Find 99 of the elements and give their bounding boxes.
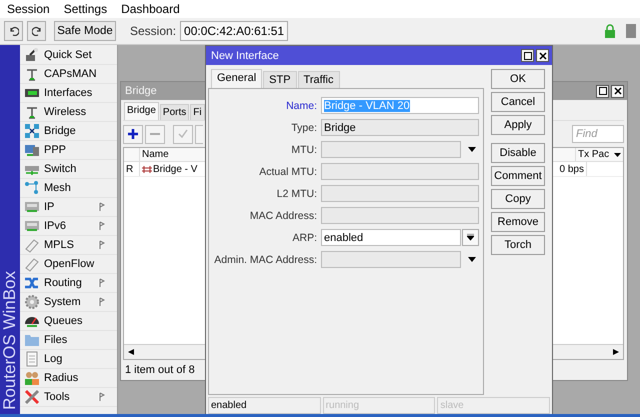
status-cell: enabled bbox=[208, 397, 321, 414]
dropdown-arrow-icon bbox=[467, 234, 474, 241]
safe-mode-button[interactable]: Safe Mode bbox=[54, 21, 116, 41]
document-icon bbox=[24, 351, 40, 367]
nodes-icon bbox=[24, 180, 40, 196]
bridge-icon bbox=[142, 165, 152, 173]
arrows-icon bbox=[24, 123, 40, 139]
add-button[interactable] bbox=[123, 124, 143, 144]
close-button[interactable] bbox=[536, 49, 549, 62]
minus-icon bbox=[150, 132, 160, 136]
maximize-button[interactable] bbox=[521, 49, 534, 62]
undo-button[interactable] bbox=[4, 21, 23, 41]
action-button[interactable]: Torch bbox=[491, 235, 545, 255]
folder-icon bbox=[24, 332, 40, 348]
session-label: Session: bbox=[130, 24, 176, 38]
redo-button[interactable] bbox=[27, 21, 46, 41]
input-field[interactable] bbox=[321, 207, 479, 224]
sidebar-item[interactable]: Log bbox=[20, 350, 117, 369]
menu-item[interactable]: Session bbox=[7, 2, 50, 16]
field-label: Name: bbox=[285, 100, 318, 112]
sidebar-item[interactable]: Files bbox=[20, 331, 117, 350]
field-label: L2 MTU: bbox=[276, 188, 318, 200]
input-field[interactable]: Bridge bbox=[321, 119, 479, 136]
device-icon bbox=[24, 199, 40, 215]
action-button[interactable]: Copy bbox=[491, 189, 545, 209]
combo-field[interactable] bbox=[321, 251, 461, 268]
maximize-button[interactable] bbox=[596, 84, 609, 98]
dialog-button[interactable]: OK bbox=[491, 69, 545, 89]
redo-icon bbox=[32, 26, 42, 36]
tag-icon bbox=[24, 256, 40, 272]
tab[interactable]: Ports bbox=[160, 104, 190, 120]
dialog-button[interactable]: Cancel bbox=[491, 92, 545, 112]
field-label: Actual MTU: bbox=[258, 166, 318, 178]
plus-icon bbox=[128, 129, 138, 139]
computer-icon bbox=[24, 142, 40, 158]
combo-field[interactable] bbox=[321, 141, 461, 158]
field-label: MTU: bbox=[290, 144, 318, 156]
undo-icon bbox=[8, 26, 18, 36]
status-text: 1 item out of 8 bbox=[125, 364, 195, 376]
tab[interactable]: STP bbox=[263, 71, 297, 88]
sidebar-item[interactable]: Bridge bbox=[20, 122, 117, 141]
scroll-right-icon bbox=[613, 349, 619, 355]
sidebar-item[interactable]: Wireless bbox=[20, 103, 117, 122]
sidebar-item[interactable]: Quick Set bbox=[20, 46, 117, 65]
people-icon bbox=[24, 370, 40, 386]
dropdown-arrow-icon[interactable] bbox=[614, 152, 621, 156]
tab[interactable]: General bbox=[211, 69, 262, 88]
close-button[interactable] bbox=[611, 84, 624, 98]
field-label: Type: bbox=[290, 122, 318, 134]
scroll-left-icon bbox=[128, 349, 134, 355]
lock-icon bbox=[604, 24, 616, 38]
sidebar-item[interactable]: CAPsMAN bbox=[20, 65, 117, 84]
sidebar-item[interactable]: Switch bbox=[20, 160, 117, 179]
input-field[interactable] bbox=[321, 185, 479, 202]
close-icon bbox=[614, 87, 622, 95]
input-field[interactable] bbox=[321, 163, 479, 180]
sidebar-item[interactable]: OpenFlow bbox=[20, 255, 117, 274]
check-icon bbox=[178, 129, 188, 139]
sidebar-item[interactable]: Radius bbox=[20, 369, 117, 388]
dropdown-button[interactable] bbox=[462, 229, 479, 246]
tab[interactable]: Bridge bbox=[124, 102, 159, 120]
sidebar-item[interactable]: PPP bbox=[20, 141, 117, 160]
table-cell: Bridge - V bbox=[153, 164, 198, 174]
action-button[interactable]: Comment bbox=[491, 166, 545, 186]
dropdown-arrow-icon[interactable] bbox=[468, 147, 476, 152]
dropdown-arrow-icon[interactable] bbox=[468, 257, 476, 262]
sidebar-item[interactable]: Interfaces bbox=[20, 84, 117, 103]
tools-icon bbox=[24, 389, 40, 405]
sidebar-item[interactable]: System bbox=[20, 293, 117, 312]
maximize-icon bbox=[598, 87, 606, 95]
tab[interactable]: Fi bbox=[190, 104, 205, 120]
sidebar-item[interactable]: Queues bbox=[20, 312, 117, 331]
window-title: New Interface bbox=[211, 50, 279, 62]
sidebar-item[interactable]: Mesh bbox=[20, 179, 117, 198]
close-icon bbox=[538, 52, 546, 60]
select-field[interactable]: enabled bbox=[321, 229, 461, 246]
device-icon bbox=[24, 218, 40, 234]
window-title: Bridge bbox=[125, 85, 157, 97]
table-cell: R bbox=[124, 162, 140, 176]
tab[interactable]: Traffic bbox=[298, 71, 340, 88]
session-field[interactable]: 00:0C:42:A0:61:51 bbox=[180, 21, 288, 41]
field-label: MAC Address: bbox=[248, 210, 318, 222]
field-label: ARP: bbox=[291, 232, 318, 244]
brand-label: RouterOS WinBox bbox=[0, 271, 20, 410]
menu-item[interactable]: Dashboard bbox=[121, 2, 180, 16]
field-label: Admin. MAC Address: bbox=[213, 254, 318, 266]
dialog-button[interactable]: Apply bbox=[491, 115, 545, 135]
action-button[interactable]: Remove bbox=[491, 212, 545, 232]
gear-icon bbox=[24, 294, 40, 310]
action-button[interactable]: Disable bbox=[491, 143, 545, 163]
sidebar-item[interactable]: IPv6 bbox=[20, 217, 117, 236]
crossing-arrows-icon bbox=[24, 275, 40, 291]
tag-icon bbox=[24, 237, 40, 253]
menu-item[interactable]: Settings bbox=[64, 2, 108, 16]
sidebar-item[interactable]: MPLS bbox=[20, 236, 117, 255]
sidebar-item[interactable]: IP bbox=[20, 198, 117, 217]
maximize-icon bbox=[524, 52, 532, 60]
sidebar-item[interactable]: Tools bbox=[20, 388, 117, 407]
sidebar-item[interactable]: Routing bbox=[20, 274, 117, 293]
